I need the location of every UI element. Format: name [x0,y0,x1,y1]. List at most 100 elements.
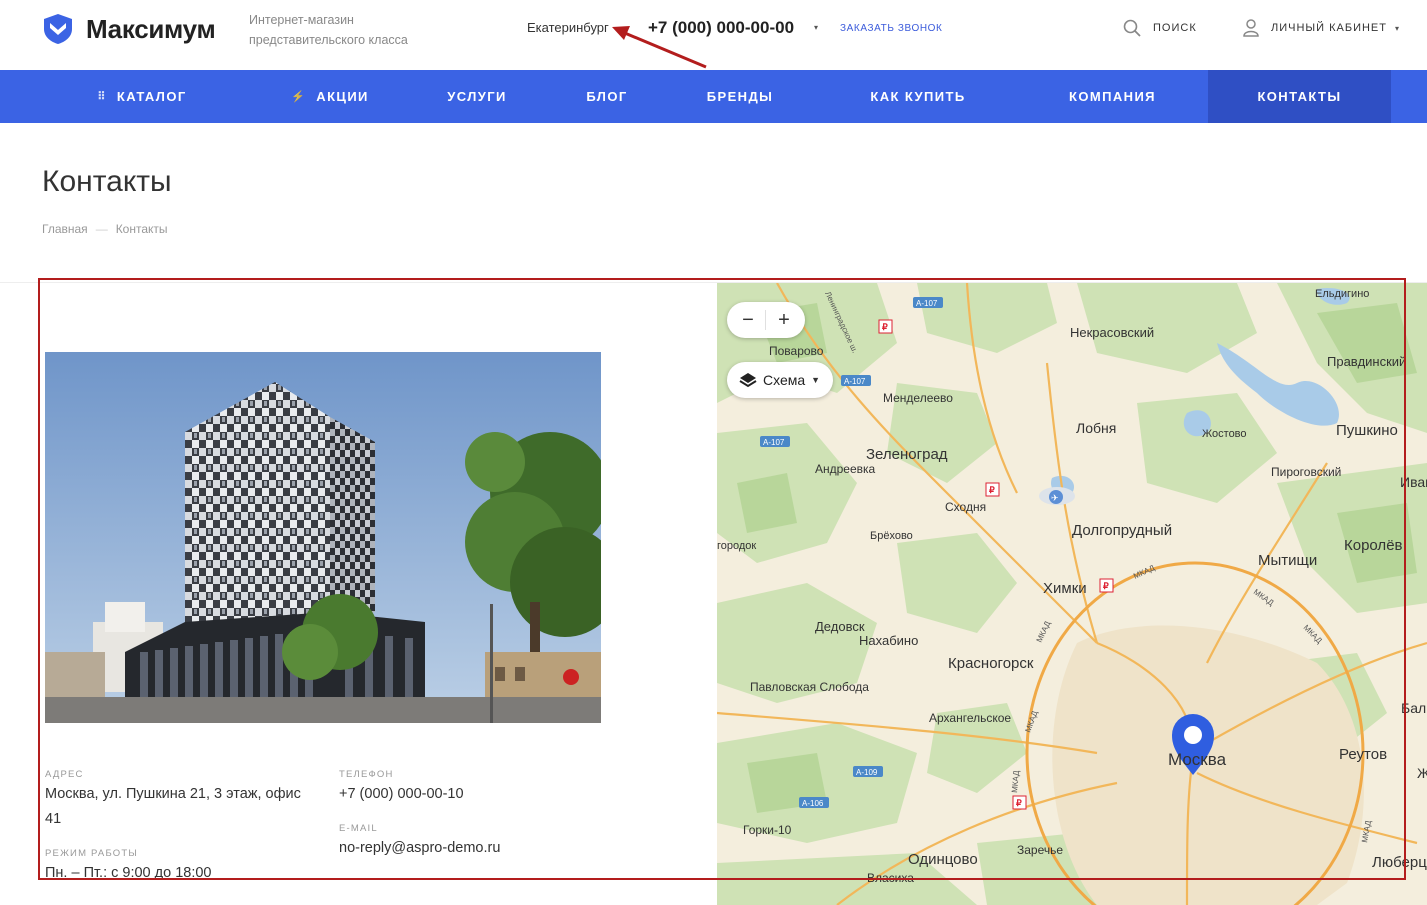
road-a107-label: А-107 [916,299,938,308]
nav-item-label: БЛОГ [586,89,628,104]
nav-item-catalog[interactable]: ⠿ КАТАЛОГ [42,70,242,123]
logo-text: Максимум [86,13,216,44]
map-place-label: Дедовск [815,619,865,634]
map-place-label: Павловская Слобода [750,680,869,694]
account-label: ЛИЧНЫЙ КАБИНЕТ [1271,22,1387,34]
city-selector[interactable]: Екатеринбург [527,20,609,35]
map-place-label: Сходня [945,500,987,514]
address-line-1: Москва, ул. Пушкина 21, 3 этаж, офис [45,786,301,802]
email-label: E-MAIL [339,823,378,834]
annotation-arrow [612,26,707,69]
map-place-label: Ивант [1400,474,1427,490]
nav-item-contacts[interactable]: КОНТАКТЫ [1208,70,1391,123]
nav-item-how-to-buy[interactable]: КАК КУПИТЬ [840,70,996,123]
map-place-label: городок [717,540,757,552]
map-place-label: Заречье [1017,843,1064,857]
search-icon [1123,19,1141,37]
map-place-label: Менделеево [883,391,953,405]
zoom-out-button[interactable]: − [730,302,766,338]
map-place-label: Некрасовский [1070,325,1155,340]
map-place-label: Реутов [1339,746,1388,763]
user-icon [1243,19,1259,37]
tagline: Интернет-магазин представительского клас… [249,10,429,50]
hours-label: РЕЖИМ РАБОТЫ [45,848,138,859]
map-place-label: Андреевка [815,462,876,476]
grid-icon: ⠿ [97,91,107,103]
svg-text:₽: ₽ [1016,798,1022,808]
search-label: ПОИСК [1153,22,1197,34]
map-place-label: Мытищи [1258,552,1318,569]
layers-icon [739,373,757,388]
email-value[interactable]: no-reply@aspro-demo.ru [339,836,500,860]
map-place-label: Брёхово [870,530,913,542]
nav-item-brands[interactable]: БРЕНДЫ [670,70,810,123]
map-place-label: Архангельское [929,711,1012,725]
hours-value: Пн. – Пт.: с 9:00 до 18:00 [45,865,212,881]
map-place-label: Ж [1417,765,1427,781]
map-place-label: Зеленоград [866,446,948,463]
nav-item-label: УСЛУГИ [447,89,507,104]
map-place-label: Химки [1043,580,1087,597]
map-place-label: Королёв [1344,537,1403,554]
main-nav: ⠿ КАТАЛОГ ⚡ АКЦИИ УСЛУГИ БЛОГ БРЕНДЫ КАК… [0,70,1427,123]
search-button[interactable]: ПОИСК [1123,19,1197,37]
map-place-label: Нахабино [859,633,919,648]
map-layer-label: Схема [763,372,806,388]
nav-item-label: КАК КУПИТЬ [870,89,966,104]
map-place-label: Бал [1401,700,1427,716]
map-place-label: Пироговский [1271,465,1342,479]
chevron-down-icon: ▾ [1394,23,1399,33]
nav-item-label: БРЕНДЫ [706,89,774,104]
road-a107-label: А-107 [844,377,866,386]
road-a107-label: А-107 [763,438,785,447]
breadcrumb: Главная — Контакты [42,222,168,236]
map-layer-select[interactable]: Схема ▼ [727,362,833,398]
map-place-label: Ельдигино [1315,288,1370,300]
svg-text:₽: ₽ [989,485,995,495]
breadcrumb-separator: — [95,222,108,236]
map-place-label: Люберц [1372,854,1427,871]
nav-item-blog[interactable]: БЛОГ [548,70,666,123]
nav-item-services[interactable]: УСЛУГИ [418,70,536,123]
nav-item-label: АКЦИИ [316,89,369,104]
location-map[interactable]: А-107 А-107 А-107 А-109 А-106 ₽ ₽ ₽ ₽ ✈ … [717,283,1427,905]
map-place-label: Правдинский [1327,354,1407,369]
page-title: Контакты [42,165,172,198]
map-place-label: Одинцово [908,851,978,868]
zoom-control: − + [727,302,805,338]
tagline-line-2: представительского класса [249,33,408,47]
map-place-label: Долгопрудный [1072,522,1173,539]
map-place-label: Власиха [867,871,914,885]
svg-text:₽: ₽ [1103,581,1109,591]
map-place-label: Москва [1168,750,1227,769]
map-place-label: Лобня [1076,420,1117,436]
logo-shield-icon [44,14,72,44]
address-line-2: 41 [45,811,62,827]
office-building-photo [45,352,601,723]
callback-link[interactable]: ЗАКАЗАТЬ ЗВОНОК [840,23,942,34]
nav-item-label: КОМПАНИЯ [1069,89,1156,104]
map-place-label: Горки-10 [743,823,792,837]
map-place-label: Пушкино [1336,422,1398,439]
chevron-down-icon: ▼ [811,375,821,385]
breadcrumb-current: Контакты [115,222,168,236]
account-menu[interactable]: ЛИЧНЫЙ КАБИНЕТ ▾ [1243,19,1399,37]
nav-item-company[interactable]: КОМПАНИЯ [1030,70,1195,123]
nav-item-promotions[interactable]: ⚡ АКЦИИ [250,70,410,123]
map-place-label: Красногорск [948,655,1034,672]
map-place-label: Поварово [769,344,824,358]
map-place-label: Жостово [1202,428,1247,440]
logo[interactable]: Максимум [42,13,216,45]
zoom-in-button[interactable]: + [766,302,802,338]
tagline-line-1: Интернет-магазин [249,13,354,27]
svg-text:✈: ✈ [1051,494,1059,504]
nav-item-label: КОНТАКТЫ [1257,89,1342,104]
phone-label: ТЕЛЕФОН [339,769,394,780]
nav-item-label: КАТАЛОГ [116,89,187,104]
address-label: АДРЕС [45,769,84,780]
road-a106-label: А-106 [802,799,824,808]
phone-value[interactable]: +7 (000) 000-00-10 [339,782,464,806]
phone-dropdown-caret-icon[interactable]: ▾ [814,23,818,32]
breadcrumb-home[interactable]: Главная [42,222,88,236]
svg-text:₽: ₽ [882,322,888,332]
